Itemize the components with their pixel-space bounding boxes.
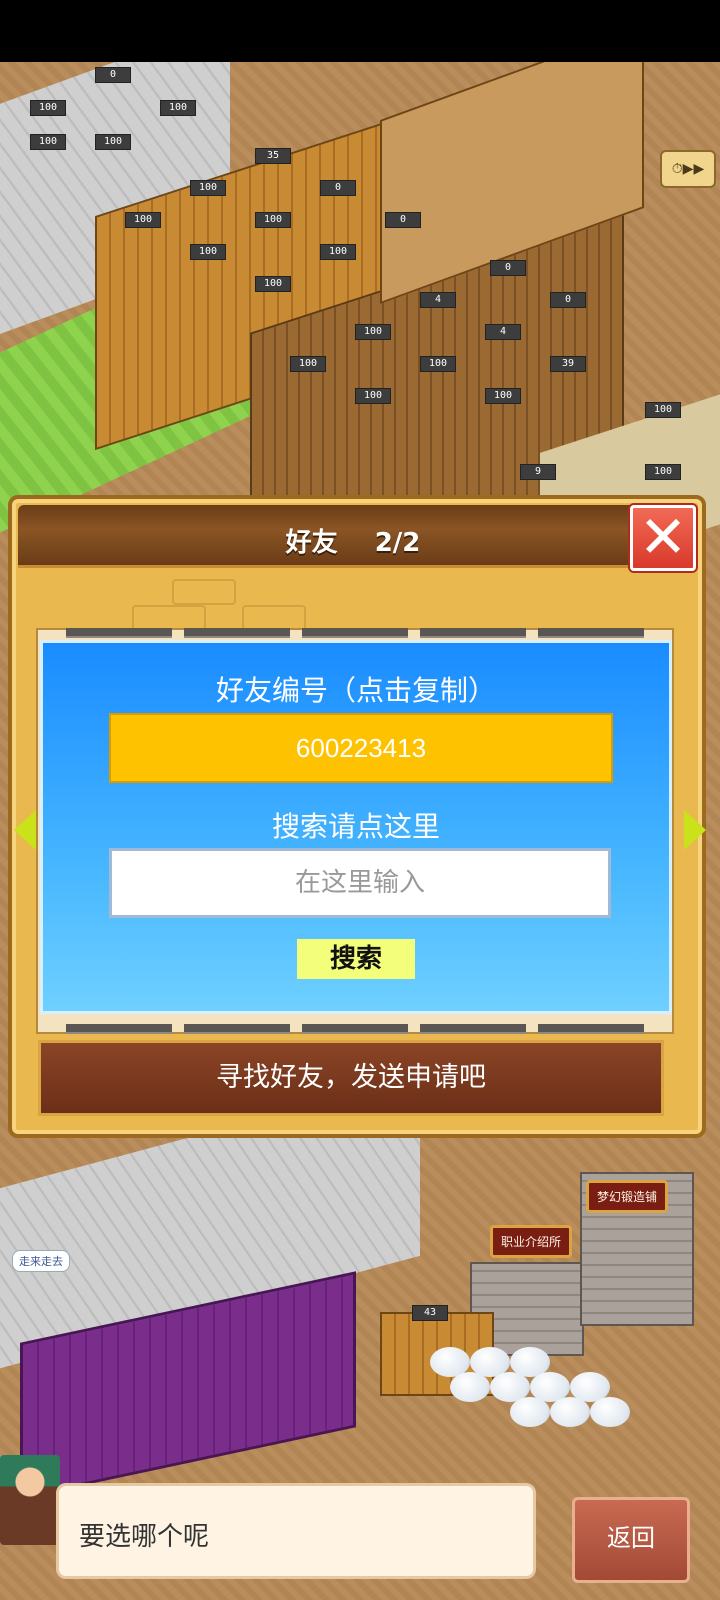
plot-counter: 100: [125, 212, 161, 228]
friend-slot[interactable]: [184, 1024, 290, 1034]
plot-counter: 100: [255, 276, 291, 292]
previous-page-arrow-icon[interactable]: [14, 810, 36, 850]
plot-counter: 4: [485, 324, 521, 340]
plot-counter: 100: [255, 212, 291, 228]
dialog-title-text: 好友: [285, 528, 338, 558]
search-button[interactable]: 搜索: [297, 939, 415, 979]
friend-slot[interactable]: [538, 628, 644, 638]
egg: [550, 1397, 590, 1427]
friend-id-copy-box[interactable]: 600223413: [109, 713, 613, 783]
plot-counter: 0: [385, 212, 421, 228]
friend-slot[interactable]: [538, 1024, 644, 1034]
friend-slot[interactable]: [66, 628, 172, 638]
find-friends-banner[interactable]: 寻找好友，发送申请吧: [38, 1040, 664, 1116]
next-page-arrow-icon[interactable]: [684, 810, 706, 850]
plot-counter: 100: [30, 134, 66, 150]
ghost-tab: [172, 579, 236, 605]
plot-counter: 35: [255, 148, 291, 164]
friend-slot-row-top: [66, 628, 644, 638]
friend-search-input[interactable]: [109, 848, 611, 918]
egg: [510, 1397, 550, 1427]
friend-slot[interactable]: [302, 1024, 408, 1034]
friend-slot[interactable]: [66, 1024, 172, 1034]
character-avatar: [0, 1455, 60, 1545]
plot-counter: 100: [290, 356, 326, 372]
close-button[interactable]: ✕: [630, 505, 696, 571]
plot-counter: 0: [320, 180, 356, 196]
page-indicator: 2/2: [374, 528, 421, 558]
plot-counter: 100: [190, 244, 226, 260]
friend-slot[interactable]: [302, 628, 408, 638]
egg: [450, 1372, 490, 1402]
background-tabs: [32, 579, 672, 665]
prompt-text: 要选哪个呢: [79, 1522, 210, 1552]
walk-around-label: 走来走去: [12, 1250, 70, 1272]
friend-id-label: 好友编号（点击复制）: [215, 674, 496, 707]
plot-counter: 0: [95, 67, 131, 83]
forge-sign[interactable]: 梦幻锻造铺: [586, 1180, 669, 1213]
plot-counter: 100: [420, 356, 456, 372]
plot-counter: 100: [355, 324, 391, 340]
friend-slot[interactable]: [184, 628, 290, 638]
plot-counter: 100: [320, 244, 356, 260]
job-agency-sign[interactable]: 职业介绍所: [490, 1225, 573, 1258]
plot-counter: 100: [30, 100, 66, 116]
friend-slot-row-bottom: [66, 1024, 644, 1034]
search-hint: 搜索请点这里: [271, 810, 440, 843]
friend-slot[interactable]: [420, 1024, 526, 1034]
plot-counter: 0: [550, 292, 586, 308]
plot-counter: 4: [420, 292, 456, 308]
plot-counter: 100: [645, 464, 681, 480]
plot-counter: 100: [485, 388, 521, 404]
plot-counter: 100: [160, 100, 196, 116]
speech-bubble: 要选哪个呢: [56, 1483, 536, 1579]
close-icon: ✕: [638, 503, 688, 571]
plot-counter: 9: [520, 464, 556, 480]
status-bar: [0, 0, 720, 62]
friend-slot[interactable]: [420, 628, 526, 638]
plot-counter: 100: [355, 388, 391, 404]
plot-counter: 39: [550, 356, 586, 372]
plot-counter: 100: [645, 402, 681, 418]
friend-search-panel: 好友编号（点击复制） 600223413 搜索请点这里 搜索: [40, 640, 672, 1014]
dialog-header: 好友 2/2: [18, 505, 688, 568]
plot-counter: 0: [490, 260, 526, 276]
back-button[interactable]: 返回: [572, 1497, 690, 1583]
egg: [590, 1397, 630, 1427]
dialog-title: 好友 2/2: [18, 522, 688, 559]
fast-forward-button[interactable]: ⏱▶▶: [660, 150, 716, 188]
plot-counter: 100: [190, 180, 226, 196]
plot-counter: 43: [412, 1305, 448, 1321]
plot-counter: 100: [95, 134, 131, 150]
